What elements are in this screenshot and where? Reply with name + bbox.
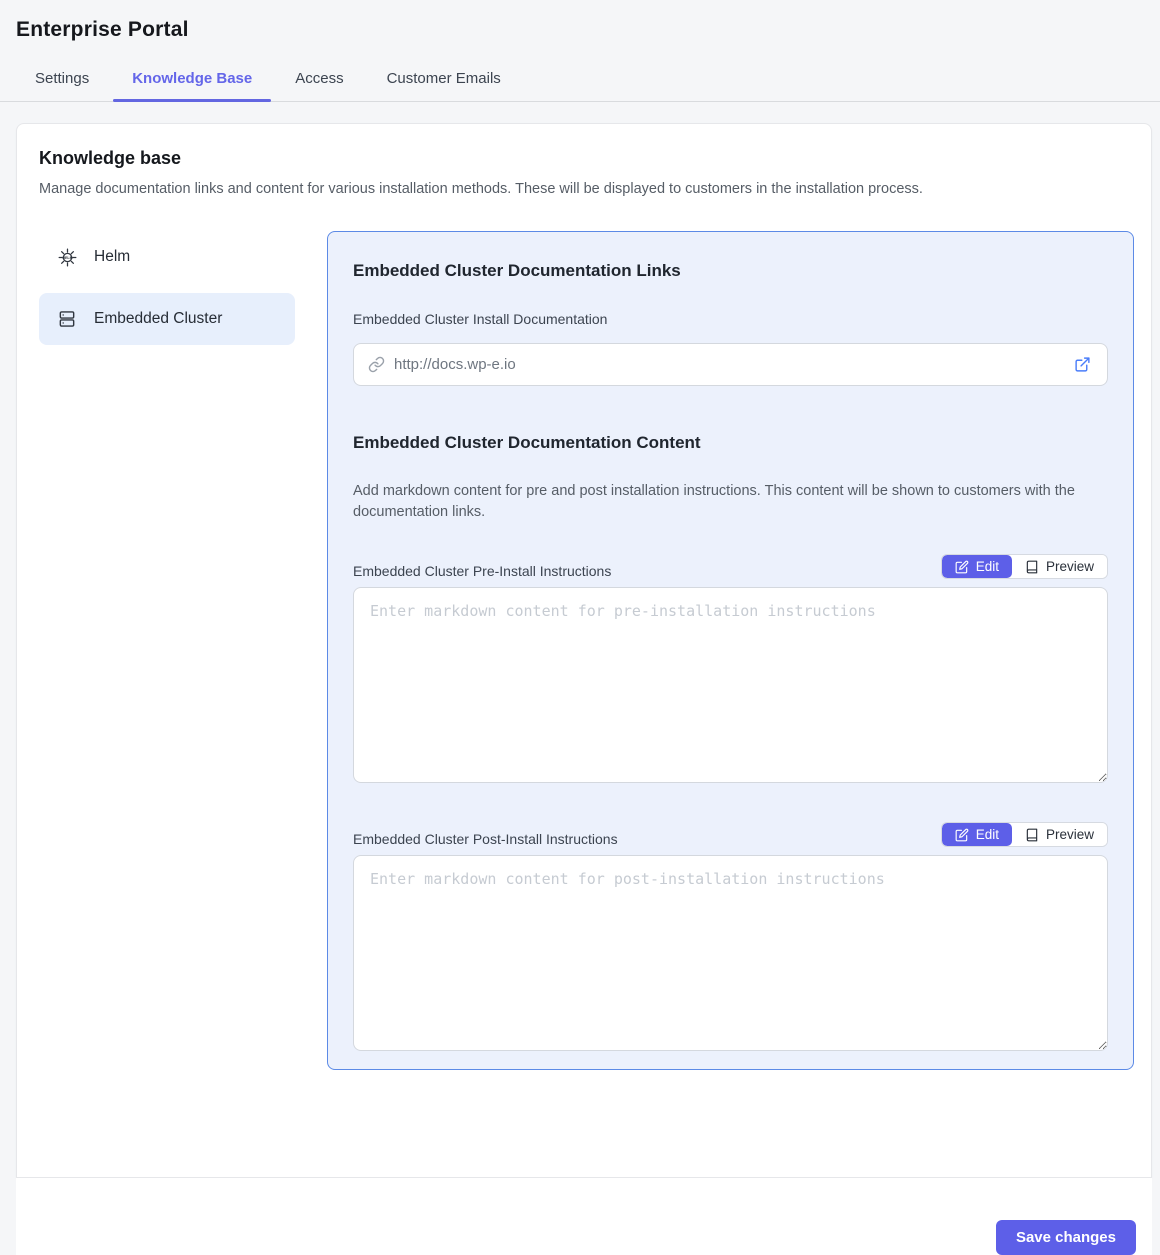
post-install-label: Embedded Cluster Post-Install Instructio… [353, 831, 618, 847]
post-install-edit-button[interactable]: Edit [942, 823, 1012, 846]
sidebar-item-label: Helm [94, 248, 130, 266]
post-install-mode-toggle: Edit Preview [941, 822, 1108, 847]
edit-pencil-icon [955, 560, 969, 574]
install-doc-label: Embedded Cluster Install Documentation [353, 311, 1108, 327]
card-description: Manage documentation links and content f… [39, 181, 1129, 197]
pre-install-label: Embedded Cluster Pre-Install Instruction… [353, 563, 611, 579]
install-method-list: HELM Helm Embedded Cluster [39, 231, 295, 1070]
pre-install-mode-toggle: Edit Preview [941, 554, 1108, 579]
tab-customer-emails[interactable]: Customer Emails [368, 62, 520, 101]
card-title: Knowledge base [39, 148, 1129, 169]
save-changes-button[interactable]: Save changes [996, 1220, 1136, 1255]
post-install-editor: Embedded Cluster Post-Install Instructio… [353, 822, 1108, 1051]
server-stack-icon [57, 309, 77, 329]
tab-access[interactable]: Access [276, 62, 362, 101]
knowledge-base-card: Knowledge base Manage documentation link… [16, 123, 1152, 1178]
pre-install-editor: Embedded Cluster Pre-Install Instruction… [353, 554, 1108, 783]
pre-install-textarea[interactable] [353, 587, 1108, 783]
pre-install-edit-button[interactable]: Edit [942, 555, 1012, 578]
post-install-preview-button[interactable]: Preview [1012, 823, 1107, 846]
card-footer: Save changes [16, 1178, 1152, 1255]
sidebar-item-label: Embedded Cluster [94, 310, 222, 328]
embedded-cluster-panel: Embedded Cluster Documentation Links Emb… [327, 231, 1134, 1070]
tab-bar: Settings Knowledge Base Access Customer … [0, 62, 1160, 102]
install-doc-input[interactable] [394, 356, 1063, 373]
install-doc-field [353, 343, 1108, 386]
tab-settings[interactable]: Settings [16, 62, 108, 101]
external-link-icon[interactable] [1072, 354, 1093, 375]
book-icon [1025, 828, 1039, 842]
book-icon [1025, 560, 1039, 574]
helm-icon: HELM [57, 247, 77, 267]
content-section-title: Embedded Cluster Documentation Content [353, 433, 1108, 453]
post-install-textarea[interactable] [353, 855, 1108, 1051]
sidebar-item-embedded-cluster[interactable]: Embedded Cluster [39, 293, 295, 345]
content-section-description: Add markdown content for pre and post in… [353, 481, 1108, 522]
app-header: Enterprise Portal [0, 0, 1160, 42]
links-section-title: Embedded Cluster Documentation Links [353, 261, 1108, 281]
edit-pencil-icon [955, 828, 969, 842]
sidebar-item-helm[interactable]: HELM Helm [39, 231, 295, 283]
svg-text:HELM: HELM [62, 256, 72, 260]
page-title: Enterprise Portal [16, 18, 1144, 42]
link-icon [368, 356, 385, 373]
pre-install-preview-button[interactable]: Preview [1012, 555, 1107, 578]
tab-knowledge-base[interactable]: Knowledge Base [113, 62, 271, 101]
